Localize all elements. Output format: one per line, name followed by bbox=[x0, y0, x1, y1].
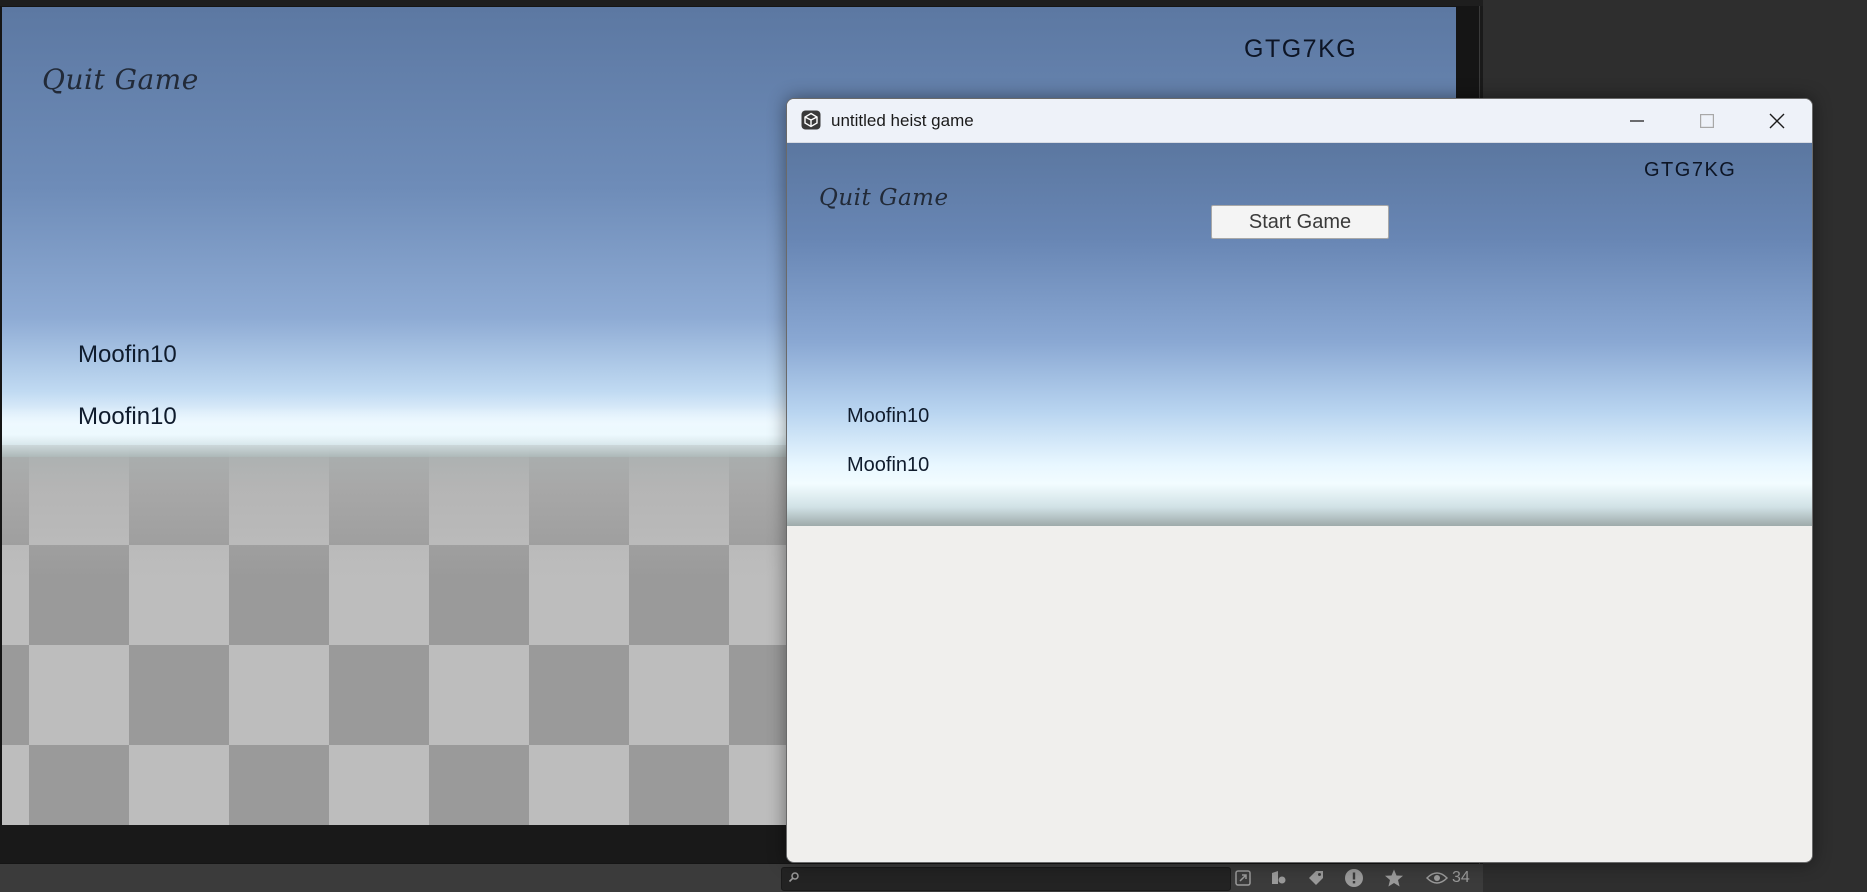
eye-icon bbox=[1426, 872, 1448, 884]
scene-visibility-icon[interactable] bbox=[1230, 866, 1256, 890]
player-name-1: Moofin10 bbox=[78, 341, 177, 368]
hierarchy-search-input[interactable] bbox=[781, 867, 1231, 891]
window-game-view[interactable]: Quit Game GTG7KG Start Game Moofin10 Moo… bbox=[787, 143, 1812, 861]
editor-status-bar bbox=[0, 864, 1483, 892]
window-title: untitled heist game bbox=[831, 111, 974, 130]
minimize-icon bbox=[1630, 119, 1644, 122]
player-name-2: Moofin10 bbox=[78, 403, 177, 430]
window-titlebar[interactable]: untitled heist game bbox=[787, 99, 1812, 143]
search-icon bbox=[788, 872, 799, 883]
layers-icon[interactable] bbox=[1265, 866, 1291, 890]
maximize-button[interactable] bbox=[1672, 99, 1742, 142]
visible-count: 34 bbox=[1452, 869, 1470, 886]
close-button[interactable] bbox=[1742, 99, 1812, 142]
close-icon bbox=[1769, 113, 1785, 128]
tag-icon[interactable] bbox=[1303, 866, 1329, 890]
unity-app-icon bbox=[801, 110, 821, 130]
maximize-icon bbox=[1700, 113, 1714, 128]
window-player-name-2: Moofin10 bbox=[847, 454, 930, 476]
quit-game-button[interactable]: Quit Game bbox=[42, 63, 199, 96]
star-icon[interactable] bbox=[1381, 866, 1407, 890]
game-window[interactable]: untitled heist game Quit Game GTG7KG Sta… bbox=[786, 98, 1813, 863]
minimize-button[interactable] bbox=[1602, 99, 1672, 142]
window-quit-game-button[interactable]: Quit Game bbox=[819, 185, 949, 211]
error-icon[interactable] bbox=[1341, 866, 1367, 890]
room-code-label: GTG7KG bbox=[1244, 35, 1358, 63]
visible-count-indicator[interactable]: 34 bbox=[1426, 866, 1470, 890]
window-player-name-1: Moofin10 bbox=[847, 405, 930, 427]
window-room-code-label: GTG7KG bbox=[1644, 159, 1737, 181]
start-game-button[interactable]: Start Game bbox=[1211, 205, 1389, 239]
